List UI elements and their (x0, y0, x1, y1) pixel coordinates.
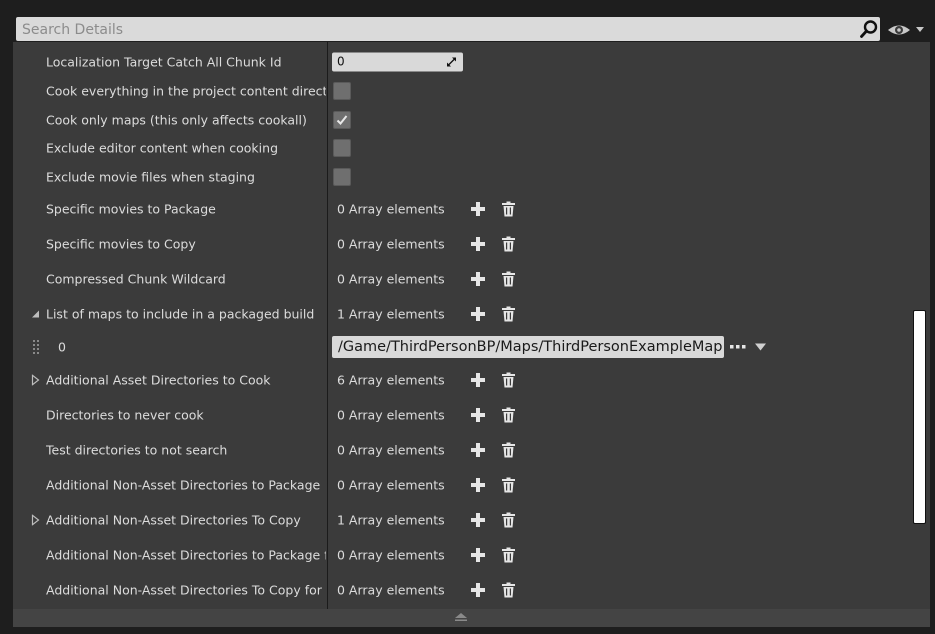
property-label: Test directories to not search (46, 442, 228, 457)
property-row-catch-all-chunk-id: Localization Target Catch All Chunk Id 0 (13, 47, 908, 76)
chunk-id-value: 0 (337, 54, 345, 68)
plus-icon[interactable] (471, 407, 485, 422)
triangle-right-icon[interactable] (31, 514, 40, 525)
property-row-cook-only-maps: Cook only maps (this only affects cookal… (13, 105, 908, 134)
property-row-non-asset-package: Additional Non-Asset Directories to Pack… (13, 467, 908, 502)
details-panel: Localization Target Catch All Chunk Id 0… (13, 42, 930, 627)
trash-icon[interactable] (502, 582, 515, 597)
property-row-cook-everything: Cook everything in the project content d… (13, 76, 908, 105)
search-bar (16, 17, 880, 41)
property-label: Specific movies to Copy (46, 236, 196, 251)
array-count: 0 Array elements (337, 582, 445, 597)
property-label: Additional Non-Asset Directories To Copy (46, 512, 301, 527)
property-label: Additional Asset Directories to Cook (46, 372, 271, 387)
property-row-specific-movies-package: Specific movies to Package 0 Array eleme… (13, 191, 908, 226)
plus-icon[interactable] (471, 547, 485, 562)
array-count: 1 Array elements (337, 306, 445, 321)
property-label: Specific movies to Package (46, 201, 216, 216)
property-label: Compressed Chunk Wildcard (46, 271, 226, 286)
trash-icon[interactable] (502, 547, 515, 562)
property-row-non-asset-package-ded: Additional Non-Asset Directories to Pack… (13, 537, 908, 572)
exclude-movie-files-checkbox[interactable] (333, 167, 351, 186)
property-label: List of maps to include in a packaged bu… (46, 306, 315, 321)
property-row-non-asset-copy-ded: Additional Non-Asset Directories To Copy… (13, 572, 908, 607)
property-row-never-cook: Directories to never cook 0 Array elemen… (13, 397, 908, 432)
array-count: 0 Array elements (337, 442, 445, 457)
trash-icon[interactable] (502, 477, 515, 492)
property-row-exclude-movie-files: Exclude movie files when staging (13, 162, 908, 191)
property-label: Additional Non-Asset Directories To Copy… (46, 582, 326, 597)
trash-icon[interactable] (502, 201, 515, 216)
property-label: Cook everything in the project content d… (46, 83, 326, 98)
resize-icon[interactable] (446, 56, 457, 67)
array-count: 1 Array elements (337, 512, 445, 527)
property-label: Exclude movie files when staging (46, 169, 255, 184)
drag-handle-icon[interactable] (32, 339, 40, 355)
cook-only-maps-checkbox[interactable] (333, 110, 351, 129)
array-index-label: 0 (58, 339, 66, 354)
array-count: 6 Array elements (337, 372, 445, 387)
array-count: 0 Array elements (337, 477, 445, 492)
array-count: 0 Array elements (337, 236, 445, 251)
ellipsis-icon[interactable] (730, 344, 746, 349)
trash-icon[interactable] (502, 236, 515, 251)
triangle-down-icon[interactable] (31, 308, 40, 319)
array-count: 0 Array elements (337, 547, 445, 562)
search-icon[interactable] (859, 19, 879, 39)
plus-icon[interactable] (471, 236, 485, 251)
chunk-id-number-field[interactable]: 0 (332, 52, 463, 71)
trash-icon[interactable] (502, 512, 515, 527)
property-row-compressed-chunk-wildcard: Compressed Chunk Wildcard 0 Array elemen… (13, 261, 908, 296)
trash-icon[interactable] (502, 407, 515, 422)
cook-everything-checkbox[interactable] (333, 81, 351, 100)
array-count: 0 Array elements (337, 407, 445, 422)
plus-icon[interactable] (471, 306, 485, 321)
dropdown-arrow-icon[interactable] (755, 343, 766, 350)
plus-icon[interactable] (471, 372, 485, 387)
property-row-maps-to-package: List of maps to include in a packaged bu… (13, 296, 908, 331)
array-count: 0 Array elements (337, 201, 445, 216)
collapse-arrow-icon[interactable] (453, 612, 469, 622)
exclude-editor-content-checkbox[interactable] (333, 139, 351, 157)
property-row-specific-movies-copy: Specific movies to Copy 0 Array elements (13, 226, 908, 261)
property-label: Localization Target Catch All Chunk Id (46, 54, 282, 69)
property-row-exclude-editor-content: Exclude editor content when cooking (13, 134, 908, 162)
trash-icon[interactable] (502, 306, 515, 321)
property-row-test-dirs: Test directories to not search 0 Array e… (13, 432, 908, 467)
map-path-field[interactable]: /Game/ThirdPersonBP/Maps/ThirdPersonExam… (332, 335, 724, 358)
map-path-value: /Game/ThirdPersonBP/Maps/ThirdPersonExam… (338, 338, 723, 355)
trash-icon[interactable] (502, 271, 515, 286)
plus-icon[interactable] (471, 512, 485, 527)
advanced-toggle-bar[interactable] (13, 609, 930, 627)
triangle-right-icon[interactable] (31, 374, 40, 385)
trash-icon[interactable] (502, 442, 515, 457)
property-row-non-asset-copy: Additional Non-Asset Directories To Copy… (13, 502, 908, 537)
plus-icon[interactable] (471, 271, 485, 286)
property-label: Additional Non-Asset Directories to Pack… (46, 547, 326, 562)
eye-icon[interactable] (887, 21, 927, 39)
trash-icon[interactable] (502, 372, 515, 387)
search-input[interactable] (16, 17, 854, 41)
checkmark-icon (336, 114, 348, 125)
property-label: Additional Non-Asset Directories to Pack… (46, 477, 321, 492)
property-label: Directories to never cook (46, 407, 204, 422)
plus-icon[interactable] (471, 477, 485, 492)
plus-icon[interactable] (471, 582, 485, 597)
property-label: Cook only maps (this only affects cookal… (46, 112, 307, 127)
array-count: 0 Array elements (337, 271, 445, 286)
property-label: Exclude editor content when cooking (46, 140, 279, 156)
array-element-row: 0 /Game/ThirdPersonBP/Maps/ThirdPersonEx… (13, 331, 908, 362)
plus-icon[interactable] (471, 201, 485, 216)
property-row-additional-asset-dirs: Additional Asset Directories to Cook 6 A… (13, 362, 908, 397)
plus-icon[interactable] (471, 442, 485, 457)
scrollbar-thumb[interactable] (913, 310, 926, 524)
